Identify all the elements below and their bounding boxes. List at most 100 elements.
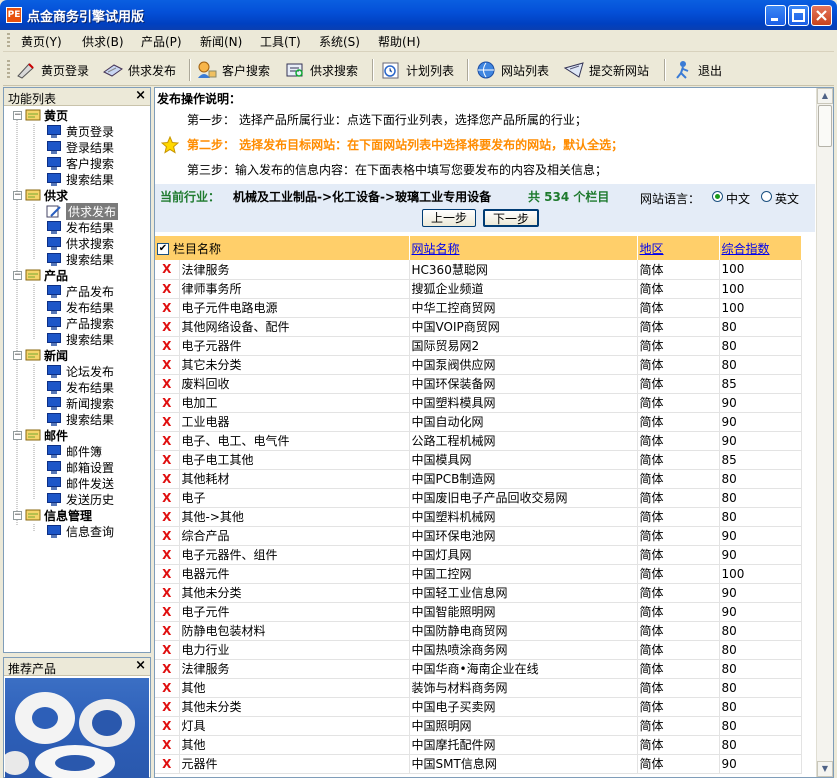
collapse-icon[interactable]: − [13,270,22,280]
table-row[interactable]: X 电子、电工、电气件 公路工程机械网 简体 90 [155,431,802,451]
menu-product[interactable]: 产品(P) [141,33,182,50]
delete-mark[interactable]: X [155,260,180,280]
table-row[interactable]: X 电子元器件、组件 中国灯具网 简体 90 [155,545,802,565]
delete-mark[interactable]: X [155,507,180,527]
scroll-up-button[interactable]: ▲ [817,88,833,104]
tree-item[interactable]: 搜索结果 [46,251,114,267]
table-row[interactable]: X 电子元件电路电源 中华工控商贸网 简体 100 [155,298,802,318]
minimize-button[interactable] [765,5,786,26]
site-list-button[interactable]: 网站列表 [475,57,549,83]
scroll-down-button[interactable]: ▼ [817,761,833,777]
tree-item[interactable]: 客户搜索 [46,155,114,171]
delete-mark[interactable]: X [155,697,180,717]
tree-item[interactable]: 登录结果 [46,139,114,155]
tree-item[interactable]: 产品搜索 [46,315,114,331]
table-row[interactable]: X 工业电器 中国自动化网 简体 90 [155,412,802,432]
delete-mark[interactable]: X [155,583,180,603]
table-row[interactable]: X 法律服务 HC360慧聪网 简体 100 [155,260,802,280]
tree-item[interactable]: 邮箱设置 [46,459,114,475]
product-image[interactable] [5,678,149,778]
delete-mark[interactable]: X [155,754,180,774]
delete-mark[interactable]: X [155,431,180,451]
delete-mark[interactable]: X [155,450,180,470]
tree-item[interactable]: 发布结果 [46,379,114,395]
table-row[interactable]: X 废料回收 中国环保装备网 简体 85 [155,374,802,394]
submit-site-button[interactable]: 提交新网站 [563,57,649,83]
delete-mark[interactable]: X [155,640,180,660]
lang-cn-label[interactable]: 中文 [726,190,750,207]
menu-system[interactable]: 系统(S) [319,33,360,50]
tree-group[interactable]: − 黄页 [13,107,68,123]
exit-button[interactable]: 退出 [672,57,722,83]
menu-yellowpage[interactable]: 黄页(Y) [21,33,62,50]
delete-mark[interactable]: X [155,735,180,755]
maximize-button[interactable] [788,5,809,26]
tree-item[interactable]: 发布结果 [46,299,114,315]
lang-en-radio[interactable] [761,191,772,202]
header-score[interactable]: 综合指数 [719,236,802,260]
table-row[interactable]: X 电子元器件 国际贸易网2 简体 80 [155,336,802,356]
table-row[interactable]: X 元器件 中国SMT信息网 简体 90 [155,754,802,774]
next-step-button[interactable]: 下一步 [483,209,540,227]
menu-news[interactable]: 新闻(N) [200,33,242,50]
tree-item[interactable]: 黄页登录 [46,123,114,139]
table-row[interactable]: X 其他网络设备、配件 中国VOIP商贸网 简体 80 [155,317,802,337]
table-row[interactable]: X 灯具 中国照明网 简体 80 [155,716,802,736]
menu-help[interactable]: 帮助(H) [378,33,420,50]
table-row[interactable]: X 其他 中国摩托配件网 简体 80 [155,735,802,755]
rec-close-icon[interactable]: × [135,658,146,673]
supply-publish-button[interactable]: 供求发布 [102,57,176,83]
delete-mark[interactable]: X [155,678,180,698]
table-row[interactable]: X 电力行业 中国热喷涂商务网 简体 80 [155,640,802,660]
header-region[interactable]: 地区 [637,236,720,260]
collapse-icon[interactable]: − [13,510,22,520]
close-button[interactable] [811,5,832,26]
toolbar-grip[interactable] [7,60,10,80]
table-row[interactable]: X 其它未分类 中国泵阀供应网 简体 80 [155,355,802,375]
table-row[interactable]: X 其他耗材 中国PCB制造网 简体 80 [155,469,802,489]
tree-group[interactable]: − 信息管理 [13,507,92,523]
delete-mark[interactable]: X [155,412,180,432]
lang-en-label[interactable]: 英文 [775,190,799,207]
tree-item[interactable]: 供求发布 [46,202,119,220]
delete-mark[interactable]: X [155,602,180,622]
tree-item[interactable]: 搜索结果 [46,331,114,347]
delete-mark[interactable]: X [155,355,180,375]
table-row[interactable]: X 法律服务 中国华商•海南企业在线 简体 80 [155,659,802,679]
tree-group[interactable]: − 新闻 [13,347,68,363]
header-site-name[interactable]: 网站名称 [409,236,638,260]
tree-group[interactable]: − 产品 [13,267,68,283]
tree-item[interactable]: 新闻搜索 [46,395,114,411]
delete-mark[interactable]: X [155,469,180,489]
yellowpage-login-button[interactable]: 黄页登录 [15,57,89,83]
delete-mark[interactable]: X [155,545,180,565]
delete-mark[interactable]: X [155,621,180,641]
tree-item[interactable]: 邮件发送 [46,475,114,491]
tree-item[interactable]: 产品发布 [46,283,114,299]
tree-item[interactable]: 搜索结果 [46,411,114,427]
table-row[interactable]: X 综合产品 中国环保电池网 简体 90 [155,526,802,546]
table-row[interactable]: X 电子 中国废旧电子产品回收交易网 简体 80 [155,488,802,508]
table-row[interactable]: X 其他未分类 中国轻工业信息网 简体 90 [155,583,802,603]
customer-search-button[interactable]: 客户搜索 [196,57,270,83]
delete-mark[interactable]: X [155,526,180,546]
select-all-checkbox[interactable]: ✔ [157,243,169,255]
tree-group[interactable]: − 邮件 [13,427,68,443]
tree-item[interactable]: 搜索结果 [46,171,114,187]
table-row[interactable]: X 电子元件 中国智能照明网 简体 90 [155,602,802,622]
table-row[interactable]: X 其他未分类 中国电子买卖网 简体 80 [155,697,802,717]
table-row[interactable]: X 防静电包装材料 中国防静电商贸网 简体 80 [155,621,802,641]
tree-item[interactable]: 发送历史 [46,491,114,507]
tree-item[interactable]: 发布结果 [46,219,114,235]
delete-mark[interactable]: X [155,716,180,736]
delete-mark[interactable]: X [155,317,180,337]
header-column-name[interactable]: ✔ 栏目名称 [155,236,410,260]
lang-cn-radio[interactable] [712,191,723,202]
tree-group[interactable]: − 供求 [13,187,68,203]
panel-close-icon[interactable]: × [135,88,146,103]
tree-item[interactable]: 论坛发布 [46,363,114,379]
table-row[interactable]: X 电器元件 中国工控网 简体 100 [155,564,802,584]
delete-mark[interactable]: X [155,564,180,584]
prev-step-button[interactable]: 上一步 [422,209,477,227]
collapse-icon[interactable]: − [13,430,22,440]
